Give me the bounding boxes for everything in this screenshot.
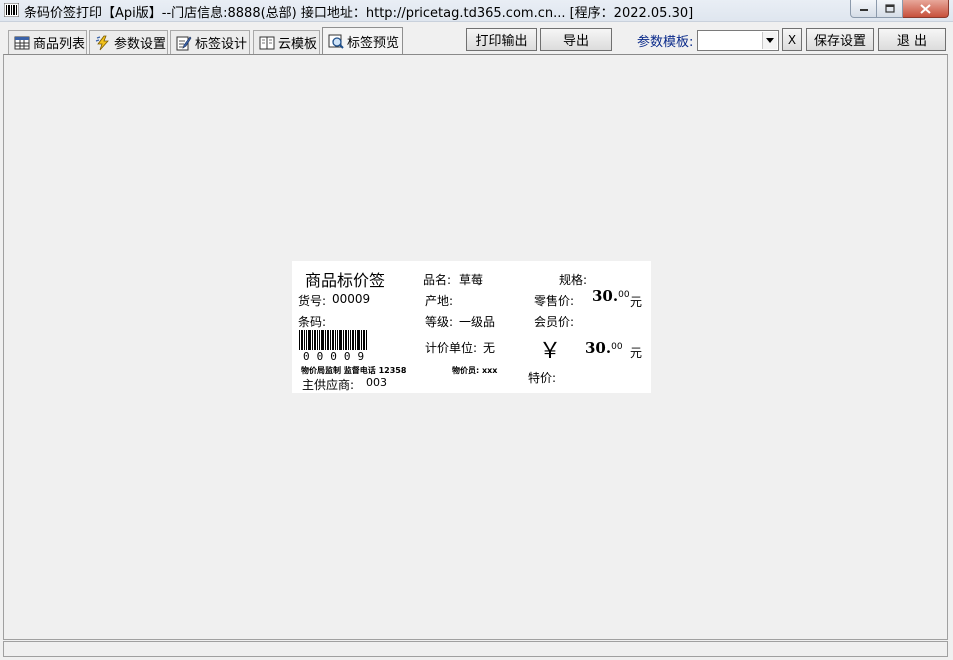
tab-product-list[interactable]: 商品列表 xyxy=(8,30,87,54)
preview-icon xyxy=(328,34,344,49)
window-title: 条码价签打印【Api版】--门店信息:8888(总部) 接口地址：http://… xyxy=(24,6,694,21)
retail-price-decimal: 00 xyxy=(618,290,630,300)
spec-label: 规格: xyxy=(559,273,588,287)
barcode-image xyxy=(299,330,367,350)
retail-price-integer: 30. xyxy=(592,287,619,305)
exit-button[interactable]: 退 出 xyxy=(878,28,946,51)
tab-label: 商品列表 xyxy=(33,37,86,52)
tab-cloud-template[interactable]: 云模板 xyxy=(253,30,320,54)
book-icon xyxy=(259,36,275,49)
lightning-icon xyxy=(95,35,109,50)
chevron-down-icon xyxy=(766,38,774,43)
special-price-label: 特价: xyxy=(528,371,557,385)
member-price-decimal: 00 xyxy=(611,342,623,352)
param-template-label: 参数模板: xyxy=(637,35,694,50)
tab-label-preview[interactable]: 标签预览 xyxy=(322,27,403,54)
minimize-button[interactable] xyxy=(850,0,877,18)
close-button[interactable] xyxy=(903,0,949,18)
name-value: 草莓 xyxy=(459,273,484,287)
toolbar: 商品列表 参数设置 标签设计 云模板 标签预览 打印输出 导出 参数模板: X … xyxy=(0,23,953,55)
unit-value: 无 xyxy=(483,341,496,355)
tab-label: 云模板 xyxy=(278,37,318,52)
price-staff-text: 物价员: xxx xyxy=(452,366,498,375)
member-currency-unit: 元 xyxy=(630,346,643,360)
close-icon xyxy=(920,3,931,14)
tab-label: 参数设置 xyxy=(114,37,167,52)
maximize-button[interactable] xyxy=(877,0,903,18)
minimize-icon xyxy=(859,8,868,11)
origin-label: 产地: xyxy=(425,294,454,308)
yen-symbol: ￥ xyxy=(539,339,562,364)
grade-value: 一级品 xyxy=(459,315,496,329)
retail-price-label: 零售价: xyxy=(534,294,575,308)
name-label: 品名: xyxy=(423,273,452,287)
dropdown-arrow[interactable] xyxy=(762,32,777,49)
barcode-label: 条码: xyxy=(298,315,327,329)
member-price: 30.00 xyxy=(585,339,623,357)
save-settings-button[interactable]: 保存设置 xyxy=(806,28,874,51)
title-bar: 条码价签打印【Api版】--门店信息:8888(总部) 接口地址：http://… xyxy=(0,0,953,22)
supplier-value: 003 xyxy=(366,376,387,389)
price-tag-preview: 商品标价签 品名: 草莓 规格: 货号: 00009 产地: 零售价: 30.0… xyxy=(292,261,651,393)
unit-label: 计价单位: xyxy=(425,341,478,355)
barcode-number: 00009 xyxy=(303,350,372,363)
item-no-label: 货号: xyxy=(298,294,327,308)
grade-label: 等级: xyxy=(425,315,454,329)
param-template-select[interactable] xyxy=(697,30,779,51)
table-icon xyxy=(14,36,30,49)
price-bureau-text: 物价局监制 监督电话 12358 xyxy=(301,366,407,375)
maximize-icon xyxy=(884,4,895,13)
retail-price: 30.00 xyxy=(592,287,630,305)
tab-param-settings[interactable]: 参数设置 xyxy=(89,30,168,54)
window-controls xyxy=(850,0,949,18)
label-title: 商品标价签 xyxy=(305,271,386,290)
tab-label-design[interactable]: 标签设计 xyxy=(170,30,250,54)
item-no-value: 00009 xyxy=(332,292,371,306)
retail-currency-unit: 元 xyxy=(630,295,643,309)
edit-icon xyxy=(176,36,192,50)
clear-template-button[interactable]: X xyxy=(782,28,802,51)
member-price-integer: 30. xyxy=(585,339,612,357)
status-bar xyxy=(3,641,948,657)
tab-label: 标签预览 xyxy=(347,35,400,51)
barcode-app-icon xyxy=(4,3,19,17)
member-price-label: 会员价: xyxy=(534,315,575,329)
export-button[interactable]: 导出 xyxy=(540,28,612,51)
supplier-label: 主供应商: xyxy=(302,378,355,392)
print-output-button[interactable]: 打印输出 xyxy=(466,28,537,51)
tab-label: 标签设计 xyxy=(195,37,248,52)
